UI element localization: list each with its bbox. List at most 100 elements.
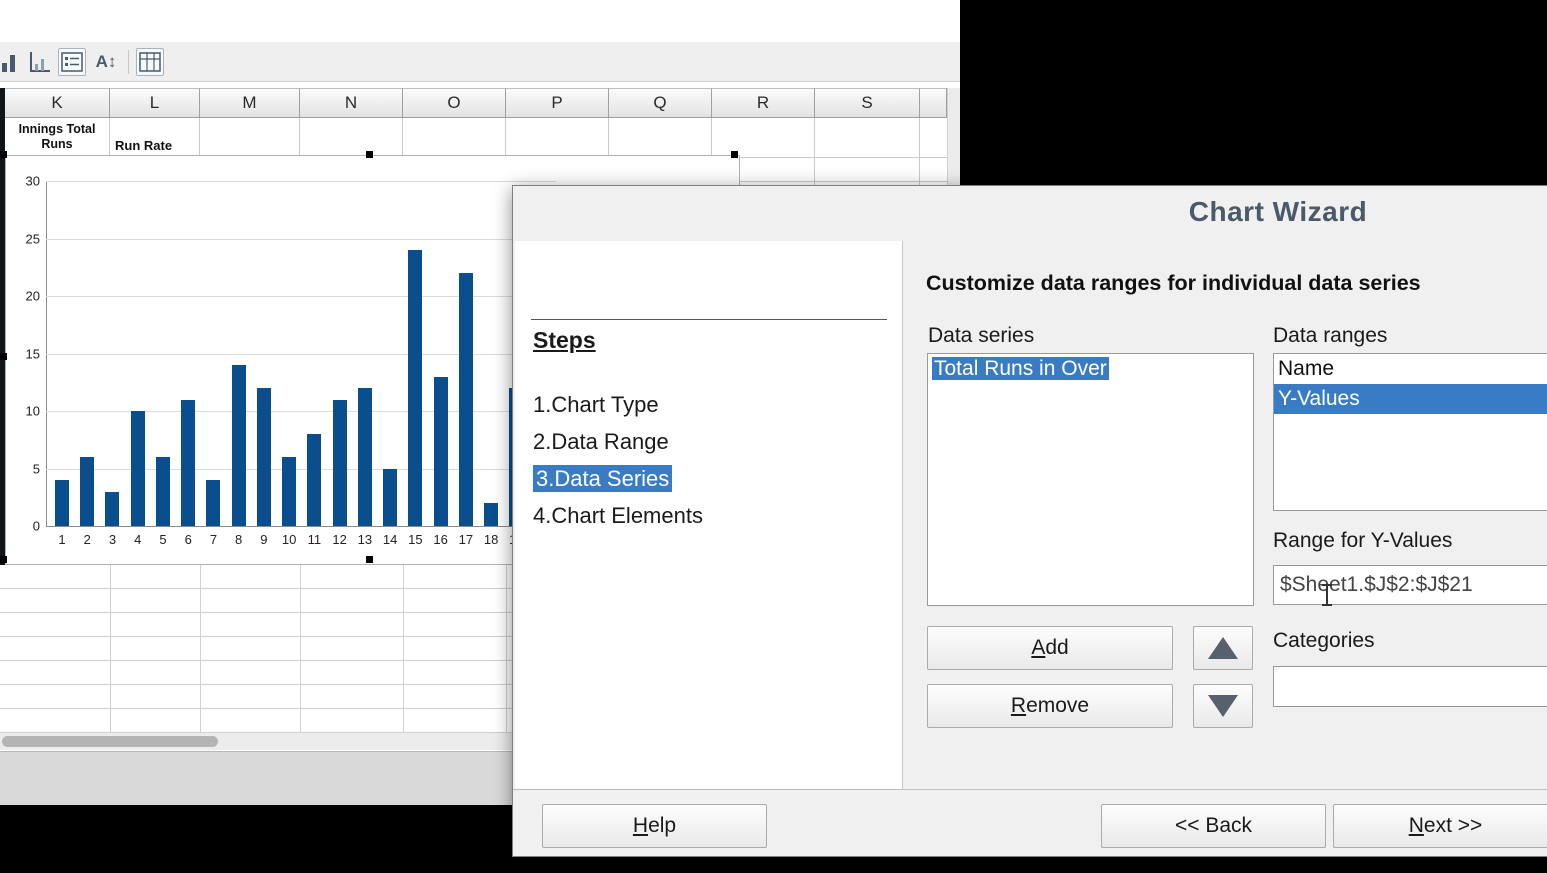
vertical-scrollbar[interactable] — [947, 88, 960, 198]
add-button[interactable]: Add — [927, 626, 1173, 670]
data-table-icon[interactable] — [136, 48, 164, 76]
add-button-label: Add — [1031, 636, 1068, 660]
chart-toolbar: A↕ — [0, 42, 960, 82]
x-tick-label: 14 — [380, 532, 400, 547]
grid-col-line — [506, 565, 507, 735]
x-tick-label: 13 — [355, 532, 375, 547]
step-chart-type[interactable]: 1.Chart Type — [533, 391, 659, 419]
text-scale-icon[interactable]: A↕ — [92, 48, 120, 76]
range-input[interactable] — [1273, 565, 1547, 605]
horizontal-scrollbar[interactable] — [0, 733, 520, 750]
column-header-R[interactable]: R — [712, 88, 815, 118]
column-header-M[interactable]: M — [200, 88, 300, 118]
legend-icon[interactable] — [58, 48, 86, 76]
next-button[interactable]: Next >> — [1333, 804, 1547, 848]
chart-bar — [181, 400, 195, 527]
down-arrow-icon — [1208, 695, 1238, 717]
data-series-item[interactable]: Total Runs in Over — [928, 354, 1253, 384]
back-button-label: << Back — [1175, 814, 1252, 838]
chart-bar — [156, 457, 170, 526]
chart-bar — [232, 365, 246, 526]
selection-handle[interactable] — [366, 151, 373, 158]
y-tick-label: 30 — [6, 174, 40, 189]
chart-gridline — [46, 354, 556, 355]
column-chart-icon[interactable] — [0, 48, 22, 76]
horizontal-scrollbar-thumb[interactable] — [2, 736, 218, 747]
step-label: 4.Chart Elements — [533, 503, 703, 528]
x-tick-label: 7 — [203, 532, 223, 547]
chart-bar — [484, 503, 498, 526]
data-range-item-yvalues[interactable]: Y-Values — [1274, 384, 1547, 414]
step-label: 1.Chart Type — [533, 392, 659, 417]
y-tick-label: 0 — [6, 519, 40, 534]
remove-button-label: Remove — [1011, 694, 1089, 718]
grid-col-line — [110, 565, 111, 735]
chart-bar — [358, 388, 372, 526]
x-tick-label: 10 — [279, 532, 299, 547]
chart-bar — [131, 411, 145, 526]
chart-bar — [459, 273, 473, 526]
move-up-button[interactable] — [1193, 626, 1253, 670]
chart-wizard-dialog: Chart Wizard Steps 1.Chart Type 2.Data R… — [512, 185, 1547, 857]
move-down-button[interactable] — [1193, 684, 1253, 728]
dialog-title: Chart Wizard — [513, 196, 1547, 228]
grid-col-line — [300, 565, 301, 735]
chart-gridline — [46, 296, 556, 297]
x-tick-label: 15 — [405, 532, 425, 547]
chart-gridline — [46, 469, 556, 470]
content-heading: Customize data ranges for individual dat… — [926, 271, 1421, 296]
data-series-listbox[interactable]: Total Runs in Over — [927, 353, 1254, 606]
column-header-P[interactable]: P — [506, 88, 609, 118]
y-tick-label: 10 — [6, 404, 40, 419]
step-data-range[interactable]: 2.Data Range — [533, 428, 669, 456]
categories-input[interactable] — [1273, 666, 1547, 707]
y-tick-label: 15 — [6, 346, 40, 361]
chart-bar — [55, 480, 69, 526]
column-header-K[interactable]: K — [5, 88, 110, 118]
column-header-S[interactable]: S — [815, 88, 920, 118]
selection-handle[interactable] — [0, 556, 7, 563]
selection-handle[interactable] — [0, 353, 7, 360]
chart-bar — [333, 400, 347, 527]
selection-handle[interactable] — [731, 151, 738, 158]
y-tick-label: 5 — [6, 461, 40, 476]
column-headers: K L M N O P Q R S — [0, 88, 947, 118]
remove-button[interactable]: Remove — [927, 684, 1173, 728]
x-tick-label: 2 — [77, 532, 97, 547]
x-tick-label: 6 — [178, 532, 198, 547]
step-label: 2.Data Range — [533, 429, 669, 454]
data-range-item-name[interactable]: Name — [1274, 354, 1547, 384]
step-chart-elements[interactable]: 4.Chart Elements — [533, 502, 703, 530]
data-ranges-listbox[interactable]: Name Y-Values — [1273, 353, 1547, 511]
data-ranges-label: Data ranges — [1273, 324, 1387, 348]
ibeam-cursor-icon — [1320, 584, 1334, 606]
column-header-L[interactable]: L — [110, 88, 200, 118]
text-scale-glyph: A↕ — [96, 52, 117, 72]
chart-bar — [383, 469, 397, 527]
selection-handle[interactable] — [366, 556, 373, 563]
steps-heading: Steps — [533, 327, 596, 354]
column-header-N[interactable]: N — [300, 88, 403, 118]
help-button-label: Help — [633, 814, 676, 838]
categories-label: Categories — [1273, 629, 1375, 653]
cell-L1[interactable]: Run Rate — [115, 138, 172, 153]
step-label: 3.Data Series — [533, 465, 672, 492]
x-tick-label: 11 — [304, 532, 324, 547]
axes-grid-icon[interactable] — [26, 48, 54, 76]
chart-bar — [105, 492, 119, 527]
y-tick-label: 25 — [6, 231, 40, 246]
help-button[interactable]: Help — [542, 804, 767, 848]
column-header-partial[interactable] — [920, 88, 947, 118]
column-header-Q[interactable]: Q — [609, 88, 712, 118]
step-data-series[interactable]: 3.Data Series — [533, 465, 672, 493]
chart-bar — [434, 377, 448, 527]
data-series-label: Data series — [928, 324, 1034, 348]
steps-panel: Steps 1.Chart Type 2.Data Range 3.Data S… — [515, 241, 903, 789]
column-header-O[interactable]: O — [403, 88, 506, 118]
back-button[interactable]: << Back — [1101, 804, 1326, 848]
selection-handle[interactable] — [0, 151, 7, 158]
chart-bar — [408, 250, 422, 526]
cell-K1[interactable]: Innings Total Runs — [5, 122, 109, 152]
chart-gridline — [46, 181, 556, 182]
x-tick-label: 3 — [102, 532, 122, 547]
